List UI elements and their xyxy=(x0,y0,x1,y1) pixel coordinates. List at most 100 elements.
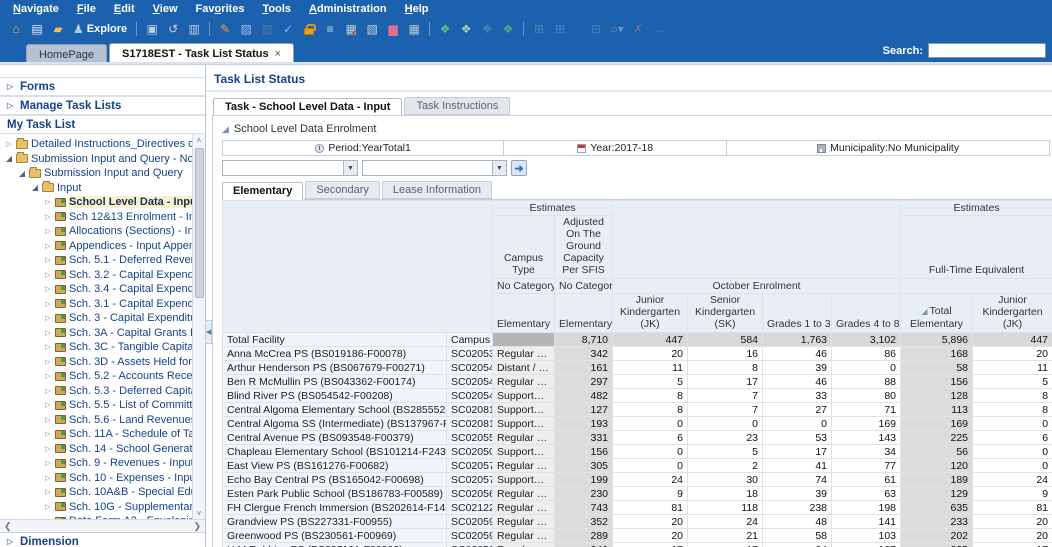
jk-fte-cell[interactable]: 5 xyxy=(973,375,1052,389)
sk-enrolment-cell[interactable]: 2 xyxy=(688,459,763,473)
campus-type-cell[interactable]: Regular / Ordina... xyxy=(493,543,555,547)
sort-icon[interactable]: ≡ xyxy=(320,20,340,38)
copy-special-icon[interactable]: ▧ xyxy=(362,20,382,38)
tree-item-input[interactable]: ◢Input xyxy=(0,181,192,196)
grades-4-8-cell[interactable]: 61 xyxy=(832,473,901,487)
tree-item-sch-5-5-list-of-committed-capital[interactable]: ▷Sch. 5.5 - List of Committed Capital xyxy=(0,398,192,413)
jk-enrolment-cell[interactable]: 11 xyxy=(613,361,688,375)
tab-close-icon[interactable]: × xyxy=(275,48,281,60)
tree-collapse-icon[interactable]: ◢ xyxy=(31,183,39,192)
tree-item-detailed-instructions-directives-d-taill[interactable]: ▷Detailed Instructions_Directives détail… xyxy=(0,137,192,152)
tree-item-sch-5-6-land-revenues-and-defic[interactable]: ▷Sch. 5.6 - Land Revenues and Defic xyxy=(0,413,192,428)
tree-item-sch-3c-tangible-capital-asset-co[interactable]: ▷Sch. 3C - Tangible Capital Asset Co xyxy=(0,340,192,355)
tree-expand-icon[interactable]: ▷ xyxy=(44,416,52,424)
collapse-triangle-icon[interactable]: ◢ xyxy=(921,307,927,316)
campus-type-cell[interactable]: Regular / Ordina... xyxy=(493,515,555,529)
drill-across-icon[interactable]: ❖ xyxy=(477,20,497,38)
jk-fte-cell[interactable]: 20 xyxy=(973,529,1052,543)
spellcheck-icon[interactable]: ✓ xyxy=(278,20,298,38)
grades-4-8-cell[interactable]: 198 xyxy=(832,501,901,515)
campus-type-cell[interactable]: Regular / Ordina... xyxy=(493,501,555,515)
jk-fte-cell[interactable]: 9 xyxy=(973,487,1052,501)
jk-fte-cell[interactable]: 0 xyxy=(973,445,1052,459)
jk-fte-cell[interactable]: 6 xyxy=(973,431,1052,445)
pov-year[interactable]: Year:2017-18 xyxy=(503,140,727,156)
tree-expand-icon[interactable]: ▷ xyxy=(44,358,52,366)
tree-expand-icon[interactable]: ▷ xyxy=(44,445,52,453)
campus-type-cell[interactable]: Regular / Ordina... xyxy=(493,347,555,361)
tree-item-sch-10a-b-special-education-exp[interactable]: ▷Sch. 10A&B - Special Education Exp xyxy=(0,485,192,500)
save-icon[interactable]: ▣ xyxy=(142,20,162,38)
grades-4-8-cell[interactable]: 34 xyxy=(832,445,901,459)
jk-enrolment-cell[interactable]: 81 xyxy=(613,501,688,515)
scrollbar-thumb[interactable] xyxy=(195,148,204,298)
campus-type-cell[interactable]: Supported / App... xyxy=(493,445,555,459)
tree-item-sch-3-capital-expenditures-input[interactable]: ▷Sch. 3 - Capital Expenditures - Input xyxy=(0,311,192,326)
collapse-triangle-icon[interactable]: ◢ xyxy=(222,124,229,135)
dropdown-arrow-icon[interactable]: ▼ xyxy=(343,161,357,175)
tab-task-school-level-data-input[interactable]: Task - School Level Data - Input xyxy=(213,98,402,116)
tree-expand-icon[interactable]: ▷ xyxy=(44,459,52,467)
tree-item-sch-5-1-deferred-revenue-input[interactable]: ▷Sch. 5.1 - Deferred Revenue - Input xyxy=(0,253,192,268)
tree-expand-icon[interactable]: ▷ xyxy=(44,227,52,235)
grades-1-3-cell[interactable]: 41 xyxy=(763,459,832,473)
scroll-up-icon[interactable]: ˄ xyxy=(197,134,202,146)
tree-collapse-icon[interactable]: ◢ xyxy=(18,169,26,178)
grades-1-3-cell[interactable]: 33 xyxy=(763,389,832,403)
tree-expand-icon[interactable]: ▷ xyxy=(44,343,52,351)
grades-1-3-cell[interactable]: 39 xyxy=(763,487,832,501)
grades-1-3-cell[interactable]: 46 xyxy=(763,347,832,361)
scroll-down-icon[interactable]: ˅ xyxy=(197,507,202,519)
tree-item-sch-5-3-deferred-capital-contribu[interactable]: ▷Sch. 5.3 - Deferred Capital Contribu xyxy=(0,384,192,399)
jk-fte-cell[interactable]: 81 xyxy=(973,501,1052,515)
menu-administration[interactable]: Administration xyxy=(300,2,396,16)
jk-enrolment-cell[interactable]: 5 xyxy=(613,375,688,389)
print-icon[interactable]: ▥ xyxy=(184,20,204,38)
tree-item-sch-3d-assets-held-for-sale-inp[interactable]: ▷Sch. 3D - Assets Held for Sale - Inp xyxy=(0,355,192,370)
sidebar-section-dimension[interactable]: ▷ Dimension xyxy=(0,532,205,547)
tree-horizontal-scrollbar[interactable]: ❮ ❯ xyxy=(0,519,205,532)
sk-enrolment-cell[interactable]: 17 xyxy=(688,375,763,389)
sk-enrolment-cell[interactable]: 118 xyxy=(688,501,763,515)
tree-item-sch-3-4-capital-expenditures-det[interactable]: ▷Sch. 3.4 - Capital Expenditures Det xyxy=(0,282,192,297)
sk-enrolment-cell[interactable]: 7 xyxy=(688,403,763,417)
menu-help[interactable]: Help xyxy=(396,2,438,16)
small-grid-icon[interactable]: ⊟ xyxy=(586,20,606,38)
grades-4-8-cell[interactable]: 71 xyxy=(832,403,901,417)
outline-collapse-icon[interactable]: ⊞ xyxy=(529,20,549,38)
grades-4-8-cell[interactable]: 137 xyxy=(832,543,901,547)
menu-tools[interactable]: Tools xyxy=(253,2,300,16)
grades-1-3-cell[interactable]: 39 xyxy=(763,361,832,375)
tree-expand-icon[interactable]: ▷ xyxy=(44,300,52,308)
drill-base-icon[interactable]: ❖ xyxy=(498,20,518,38)
jk-enrolment-cell[interactable]: 0 xyxy=(613,445,688,459)
grades-1-3-cell[interactable]: 74 xyxy=(763,473,832,487)
drill-down-icon[interactable]: ❖ xyxy=(435,20,455,38)
jk-enrolment-cell[interactable]: 0 xyxy=(613,417,688,431)
jk-enrolment-cell[interactable]: 17 xyxy=(613,543,688,547)
new-form-icon[interactable]: ▨ xyxy=(236,20,256,38)
tree-expand-icon[interactable]: ▷ xyxy=(44,285,52,293)
jk-fte-cell[interactable]: 0 xyxy=(973,417,1052,431)
tree-item-allocations-sections-input[interactable]: ▷Allocations (Sections) - Input xyxy=(0,224,192,239)
scroll-right-icon[interactable]: ❯ xyxy=(193,521,201,532)
menu-edit[interactable]: Edit xyxy=(105,2,144,16)
grades-1-3-cell[interactable]: 58 xyxy=(763,529,832,543)
campus-type-cell[interactable]: Supported / App... xyxy=(493,389,555,403)
form-tab-secondary[interactable]: Secondary xyxy=(305,181,380,199)
grades-4-8-cell[interactable]: 103 xyxy=(832,529,901,543)
tree-expand-icon[interactable]: ▷ xyxy=(44,401,52,409)
campus-type-cell[interactable]: Regular / Ordina... xyxy=(493,529,555,543)
search-input[interactable] xyxy=(928,43,1046,58)
campus-type-cell[interactable]: Regular / Ordina... xyxy=(493,487,555,501)
tree-item-sch-3a-capital-grants-funding-i[interactable]: ▷Sch. 3A - Capital Grants Funding - I xyxy=(0,326,192,341)
go-next-icon[interactable]: → xyxy=(649,20,669,38)
page-member-select-2[interactable]: ▼ xyxy=(362,160,507,176)
lock-icon[interactable] xyxy=(299,20,319,38)
jk-enrolment-cell[interactable]: 8 xyxy=(613,403,688,417)
jk-enrolment-cell[interactable]: 0 xyxy=(613,459,688,473)
campus-type-cell[interactable]: Regular / Ordina... xyxy=(493,431,555,445)
grid-check-icon[interactable]: ▦ xyxy=(341,20,361,38)
sk-enrolment-cell[interactable]: 8 xyxy=(688,361,763,375)
document-tab-homepage[interactable]: HomePage xyxy=(26,44,107,62)
